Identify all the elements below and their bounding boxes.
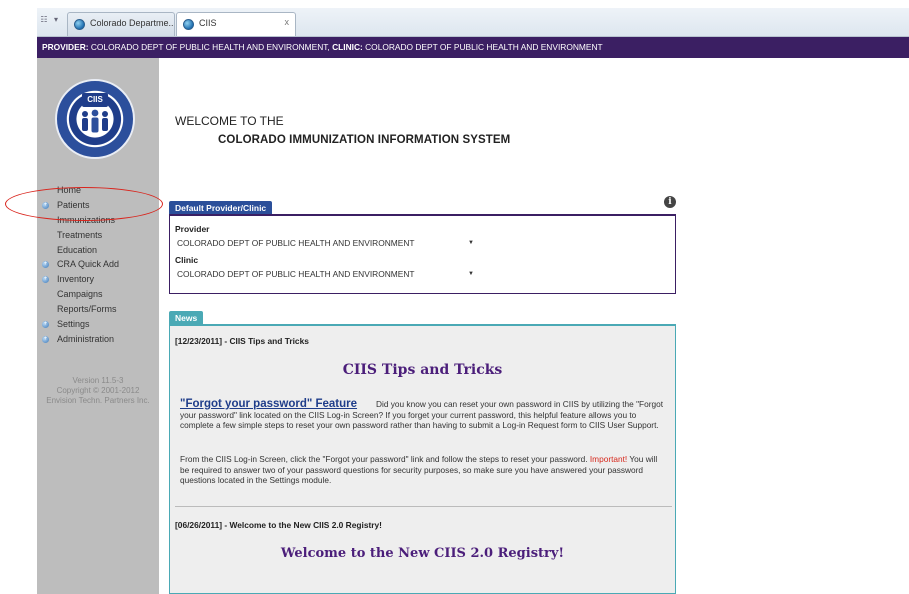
ie-globe-icon (74, 19, 85, 30)
sidebar-item-label: Education (57, 244, 98, 255)
family-figures-icon (82, 109, 108, 133)
expand-icon[interactable]: + (42, 261, 49, 269)
sidebar-item-campaigns[interactable]: Campaigns (37, 287, 159, 302)
sidebar-item-inventory[interactable]: + Inventory (37, 272, 159, 287)
close-icon[interactable]: x (285, 17, 290, 27)
news-paragraph-2-text: From the CIIS Log-in Screen, click the "… (180, 454, 588, 464)
sidebar-item-cra-quick-add[interactable]: + CRA Quick Add (37, 257, 159, 272)
sidebar-item-label: Inventory (57, 274, 95, 285)
provider-clinic-bar: PROVIDER: COLORADO DEPT OF PUBLIC HEALTH… (37, 37, 909, 58)
clinic-select-value: COLORADO DEPT OF PUBLIC HEALTH AND ENVIR… (177, 269, 415, 279)
sidebar-item-label: Settings (57, 319, 90, 330)
tab-label: CIIS (199, 18, 217, 28)
browser-tab-ciis[interactable]: CIIS x (176, 12, 296, 36)
sidebar-item-label: Administration (57, 333, 115, 344)
news-divider (175, 506, 672, 507)
ie-globe-icon (183, 19, 194, 30)
clinic-key: CLINIC: (332, 42, 363, 52)
provider-key: PROVIDER: (42, 42, 89, 52)
dropdown-arrow-icon[interactable]: ▼ (468, 268, 474, 281)
provider-select-value: COLORADO DEPT OF PUBLIC HEALTH AND ENVIR… (177, 238, 415, 248)
sidebar-item-label: Treatments (57, 229, 103, 240)
expand-icon[interactable]: + (42, 321, 49, 329)
news-tab: News (169, 311, 204, 325)
clinic-select[interactable]: COLORADO DEPT OF PUBLIC HEALTH AND ENVIR… (174, 268, 478, 281)
sidebar-item-settings[interactable]: + Settings (37, 317, 159, 332)
news-date-line: [12/23/2011] - CIIS Tips and Tricks (175, 336, 309, 346)
provider-label: Provider (175, 224, 210, 234)
sidebar-item-administration[interactable]: + Administration (37, 332, 159, 347)
sidebar-item-label: CRA Quick Add (57, 259, 120, 270)
clinic-value: COLORADO DEPT OF PUBLIC HEALTH AND ENVIR… (365, 42, 603, 52)
provider-select[interactable]: COLORADO DEPT OF PUBLIC HEALTH AND ENVIR… (174, 237, 478, 250)
welcome-line-2: COLORADO IMMUNIZATION INFORMATION SYSTEM (218, 134, 511, 146)
copyright-text: Copyright © 2001-2012 (56, 386, 140, 395)
dropdown-arrow-icon[interactable]: ▾ (51, 15, 61, 25)
default-provider-clinic-panel: Provider COLORADO DEPT OF PUBLIC HEALTH … (169, 214, 676, 294)
news-title: Welcome to the New CIIS 2.0 Registry! (280, 546, 565, 561)
news-panel: [12/23/2011] - CIIS Tips and Tricks CIIS… (169, 324, 676, 594)
browser-tab-colorado[interactable]: Colorado Departme... (67, 12, 175, 36)
news-title: CIIS Tips and Tricks (342, 362, 503, 378)
ciis-logo: CIIS (55, 79, 135, 159)
version-text: Version 11.5-3 (72, 376, 124, 385)
clinic-label: Clinic (175, 255, 199, 265)
browser-tab-strip: ☷ ▾ Colorado Departme... CIIS x (37, 8, 909, 37)
tab-label: Colorado Departme... (90, 18, 175, 28)
sidebar-item-label: Reports/Forms (57, 304, 117, 315)
expand-icon[interactable]: + (42, 335, 49, 343)
provider-value: COLORADO DEPT OF PUBLIC HEALTH AND ENVIR… (90, 42, 330, 52)
expand-icon[interactable]: + (42, 276, 49, 284)
important-label: Important! (589, 454, 628, 464)
logo-text: CIIS (82, 93, 108, 107)
sidebar-item-education[interactable]: Education (37, 243, 159, 258)
news-paragraph-2: From the CIIS Log-in Screen, click the "… (180, 454, 665, 486)
news-date-line: [06/26/2011] - Welcome to the New CIIS 2… (175, 520, 382, 530)
news-paragraph-1: Did you know you can reset your own pass… (180, 399, 664, 430)
sidebar-item-treatments[interactable]: Treatments (37, 228, 159, 243)
default-provider-clinic-tab: Default Provider/Clinic (169, 201, 273, 215)
sidebar-item-label: Campaigns (57, 289, 103, 300)
info-icon[interactable]: i (664, 196, 676, 208)
tab-list-icon[interactable]: ☷ (39, 15, 49, 25)
sidebar-item-reports-forms[interactable]: Reports/Forms (37, 302, 159, 317)
welcome-line-1: WELCOME TO THE (175, 114, 284, 128)
version-info: Version 11.5-3 Copyright © 2001-2012 Env… (37, 376, 159, 406)
company-text: Envision Techn. Partners Inc. (46, 396, 150, 405)
sidebar: CIIS Home + Patients Immunizations Treat… (37, 58, 159, 594)
annotation-oval (5, 187, 163, 221)
dropdown-arrow-icon[interactable]: ▼ (468, 237, 474, 250)
